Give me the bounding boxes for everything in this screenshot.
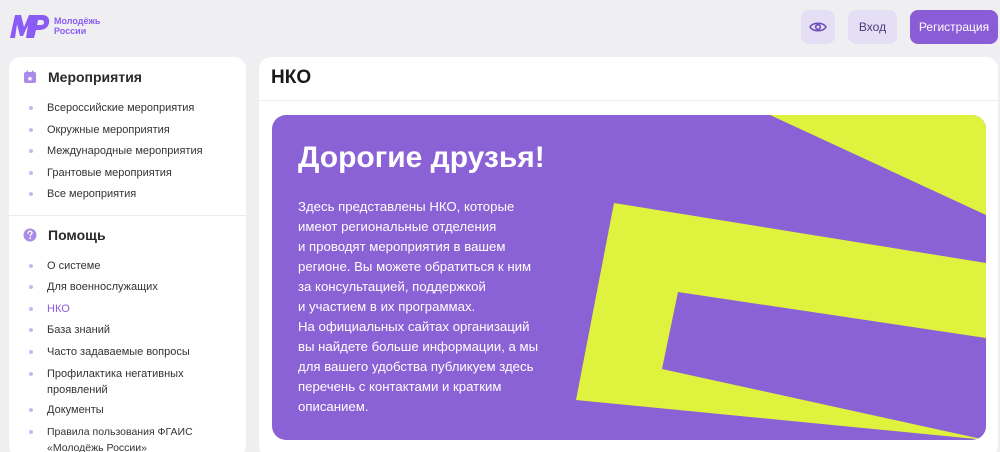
sidebar-section-title: Помощь	[48, 227, 106, 243]
banner-text-line: На официальных сайтах организаций	[298, 319, 530, 334]
bullet-dot	[29, 264, 33, 268]
banner-text-line: вы найдете больше информации, а мы	[298, 339, 539, 354]
sidebar-item-label-line-2: «Молодёжь России»	[47, 442, 147, 452]
sidebar-item-label: Международные мероприятия	[47, 145, 203, 157]
sidebar-item-label: Грантовые мероприятия	[47, 167, 172, 179]
sidebar-item-label-line-2: проявлений	[47, 384, 108, 396]
brand-logo[interactable]: Молодёжь России	[8, 12, 100, 40]
sidebar-item-label: Всероссийские мероприятия	[47, 102, 195, 114]
register-button[interactable]: Регистрация	[910, 10, 998, 44]
logo-mark-icon	[10, 15, 50, 38]
bullet-dot	[29, 350, 33, 354]
brand-name: Молодёжь России	[54, 16, 100, 36]
question-icon	[23, 228, 37, 242]
sidebar-item-label: НКО	[47, 303, 70, 315]
banner-text-line: Здесь представлены НКО, которые	[298, 199, 515, 214]
main-content: НКО Дорогие друзья! Здесь представлены Н…	[259, 57, 998, 452]
brand-line-1: Молодёжь	[54, 16, 101, 26]
bullet-dot	[29, 372, 33, 376]
bullet-dot	[29, 106, 33, 110]
welcome-banner: Дорогие друзья! Здесь представлены НКО, …	[272, 115, 986, 440]
sidebar-divider	[9, 215, 246, 216]
accessibility-button[interactable]	[801, 10, 835, 44]
login-button[interactable]: Вход	[848, 10, 897, 44]
bullet-dot	[29, 408, 33, 412]
top-header: Молодёжь России Вход Регистрация	[0, 0, 1000, 57]
sidebar-item-label: Все мероприятия	[47, 188, 137, 200]
banner-text: Здесь представлены НКО, которые имеют ре…	[298, 197, 598, 417]
sidebar-section-help[interactable]: Помощь	[23, 227, 106, 243]
sidebar-item-label: Часто задаваемые вопросы	[47, 346, 190, 358]
bullet-dot	[29, 128, 33, 132]
banner-text-line: и участием в их программах.	[298, 299, 476, 314]
calendar-icon	[24, 70, 36, 83]
title-divider	[259, 100, 998, 101]
sidebar-item-label: Профилактика негативных проявлений	[47, 366, 184, 398]
sidebar-item-label-line-1: Профилактика негативных	[47, 368, 184, 380]
brand-line-2: России	[54, 26, 87, 36]
sidebar-item-label: Правила пользования ФГАИС «Молодёжь Росс…	[47, 424, 193, 452]
banner-text-line: для вашего удобства публикуем здесь	[298, 359, 534, 374]
bullet-dot	[29, 171, 33, 175]
sidebar-item-label: Окружные мероприятия	[47, 124, 170, 136]
sidebar-item-label: Для военнослужащих	[47, 281, 158, 293]
sidebar-item-label: База знаний	[47, 324, 111, 336]
bullet-dot	[29, 149, 33, 153]
eye-icon	[809, 22, 827, 32]
banner-text-line: перечень с контактами и кратким	[298, 379, 502, 394]
bullet-dot	[29, 307, 33, 311]
sidebar-item-label: О системе	[47, 260, 101, 272]
bullet-dot	[29, 328, 33, 332]
banner-text-line: имеют региональные отделения	[298, 219, 497, 234]
banner-text-line: за консультацией, поддержкой	[298, 279, 486, 294]
banner-text-line: регионе. Вы можете обратиться к ним	[298, 259, 532, 274]
bullet-dot	[29, 192, 33, 196]
page-title: НКО	[271, 67, 312, 88]
banner-text-line: описанием.	[298, 399, 369, 414]
bullet-dot	[29, 430, 33, 434]
sidebar-section-events[interactable]: Мероприятия	[23, 69, 142, 85]
sidebar-item-label: Документы	[47, 404, 104, 416]
sidebar-section-title: Мероприятия	[48, 69, 142, 85]
banner-heading: Дорогие друзья!	[298, 141, 545, 174]
bullet-dot	[29, 285, 33, 289]
banner-text-line: и проводят мероприятия в вашем	[298, 239, 506, 254]
sidebar-item-label-line-1: Правила пользования ФГАИС	[47, 426, 193, 438]
sidebar: Мероприятия Всероссийские мероприятия Ок…	[9, 57, 246, 452]
